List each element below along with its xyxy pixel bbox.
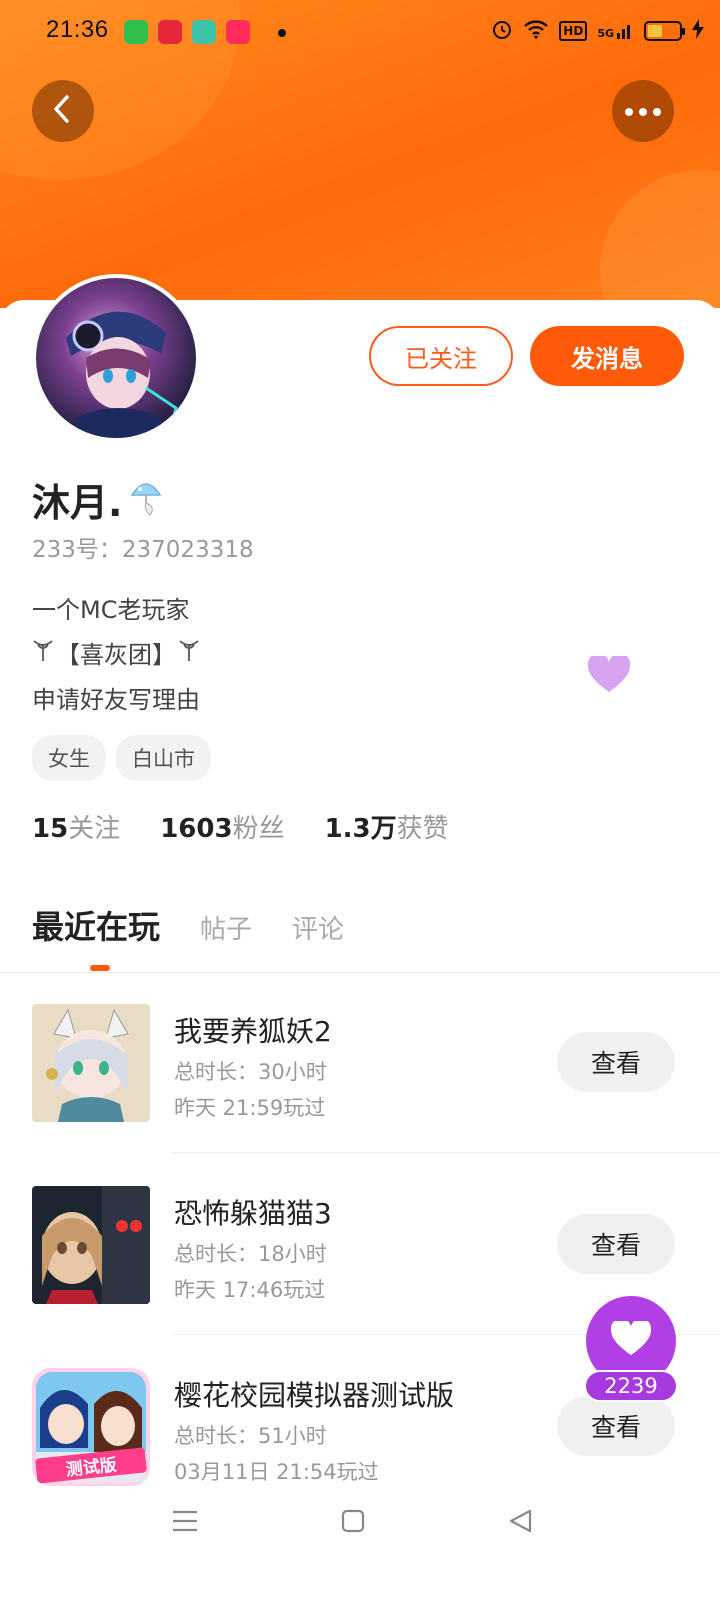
game-last-played: 03月11日 21:54玩过	[174, 1460, 379, 1484]
game-duration: 总时长：18小时	[174, 1242, 327, 1266]
tab-comments[interactable]: 评论	[292, 909, 344, 946]
profile-tabs: 最近在玩 帖子 评论	[32, 902, 344, 948]
location-tag: 白山市	[116, 735, 211, 781]
system-nav-bar	[0, 1490, 720, 1560]
bio-line: 申请好友写理由	[32, 686, 200, 714]
game-title: 我要养狐妖2	[174, 1015, 332, 1048]
notification-app-icon	[158, 20, 182, 44]
decoration-icon	[32, 633, 54, 678]
stat-label: 粉丝	[232, 814, 285, 844]
game-last-played: 昨天 17:46玩过	[174, 1278, 326, 1302]
chevron-left-icon	[49, 93, 77, 129]
banner-decoration	[600, 170, 720, 308]
bio-line: 一个MC老玩家	[32, 596, 190, 624]
home-icon[interactable]	[341, 1508, 365, 1538]
wifi-icon	[523, 19, 549, 43]
tab-posts[interactable]: 帖子	[200, 909, 252, 946]
view-game-button[interactable]: 查看	[557, 1214, 675, 1274]
decoration-icon	[178, 633, 200, 678]
heart-icon	[587, 653, 631, 698]
more-button[interactable]	[612, 80, 674, 142]
menu-icon[interactable]	[172, 1508, 198, 1538]
stat-following[interactable]: 15关注	[32, 808, 120, 845]
bio-line: 【喜灰团】	[56, 641, 176, 669]
stat-value: 15	[32, 814, 69, 844]
stat-value: 1.3万	[324, 814, 397, 844]
alarm-icon	[491, 18, 513, 44]
divider	[0, 972, 720, 973]
game-thumbnail: 测试版	[32, 1368, 150, 1486]
wind-chime-icon	[126, 473, 166, 526]
like-count-badge: 2239	[584, 1370, 678, 1402]
divider	[172, 1152, 720, 1153]
bio-line-group: 【喜灰团】	[32, 633, 200, 678]
game-title: 恐怖躲猫猫3	[174, 1197, 332, 1230]
stat-label: 获赞	[396, 814, 449, 844]
status-bar: 21:36 HD 5G	[0, 0, 720, 64]
game-thumbnail	[32, 1186, 150, 1304]
game-last-played: 昨天 21:59玩过	[174, 1096, 326, 1120]
charging-icon	[692, 19, 704, 43]
more-notifications-dot	[278, 29, 286, 37]
list-item[interactable]: 恐怖躲猫猫3 总时长：18小时 昨天 17:46玩过 查看	[32, 1186, 720, 1306]
followed-button[interactable]: 已关注	[369, 326, 513, 386]
game-title: 樱花校园模拟器测试版	[174, 1379, 455, 1412]
tab-recently-played[interactable]: 最近在玩	[32, 902, 160, 948]
profile-name-row: 沐月.	[32, 472, 166, 527]
stat-likes[interactable]: 1.3万获赞	[325, 808, 449, 845]
stat-value: 1603	[160, 814, 233, 844]
status-time: 21:36	[46, 16, 109, 43]
network-type: 5G	[597, 27, 614, 40]
back-button[interactable]	[32, 80, 94, 142]
heart-icon	[610, 1318, 652, 1361]
game-duration: 总时长：51小时	[174, 1424, 327, 1448]
list-item[interactable]: 我要养狐妖2 总时长：30小时 昨天 21:59玩过 查看	[32, 1004, 720, 1124]
notification-app-icon	[192, 20, 216, 44]
profile-stats: 15关注 1603粉丝 1.3万获赞	[32, 808, 449, 845]
signal-icon: 5G	[597, 22, 634, 40]
profile-tags: 女生 白山市	[32, 735, 211, 781]
profile-name: 沐月.	[32, 481, 123, 525]
avatar[interactable]	[32, 274, 200, 442]
gender-tag: 女生	[32, 735, 106, 781]
stat-label: 关注	[68, 814, 121, 844]
stat-fans[interactable]: 1603粉丝	[160, 808, 284, 845]
send-message-button[interactable]: 发消息	[530, 326, 684, 386]
user-id: 233号：237023318	[32, 537, 254, 563]
notification-app-icon	[124, 20, 148, 44]
active-tab-indicator	[90, 965, 110, 971]
notification-app-icon	[226, 20, 250, 44]
hd-icon: HD	[559, 21, 588, 41]
profile-bio: 一个MC老玩家 【喜灰团】 申请好友写理由	[32, 588, 200, 723]
battery-icon	[644, 21, 685, 41]
game-duration: 总时长：30小时	[174, 1060, 327, 1084]
view-game-button[interactable]: 查看	[557, 1396, 675, 1456]
game-thumbnail	[32, 1004, 150, 1122]
back-triangle-icon[interactable]	[508, 1508, 534, 1538]
avatar-image	[36, 278, 196, 438]
more-dots-icon	[624, 102, 662, 121]
view-game-button[interactable]: 查看	[557, 1032, 675, 1092]
